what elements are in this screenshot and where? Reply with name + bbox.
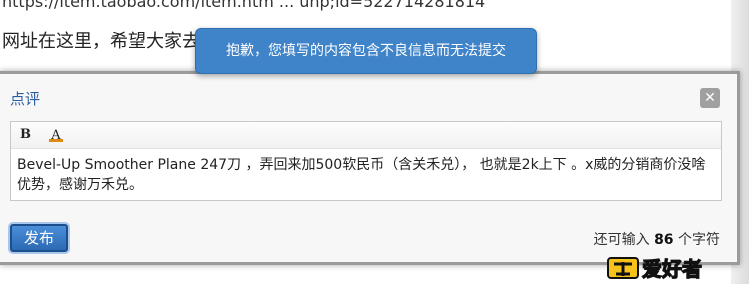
char-counter: 还可输入 86 个字符 <box>594 229 720 249</box>
comment-text[interactable]: Bevel-Up Smoother Plane 247刀 ，弄回来加500软民币… <box>17 155 715 195</box>
comment-dialog: 点评 ✕ B A Bevel-Up Smoother Plane 247刀 ，弄… <box>0 71 740 265</box>
counter-count: 86 <box>654 232 674 248</box>
publish-button[interactable]: 发布 <box>10 224 68 252</box>
site-watermark-logo: 爱好者 <box>607 256 703 282</box>
comment-editor[interactable]: B A Bevel-Up Smoother Plane 247刀 ，弄回来加50… <box>10 121 722 201</box>
background-sentence: 网址在这里，希望大家去 <box>2 31 200 52</box>
bold-button[interactable]: B <box>20 127 31 142</box>
color-swatch <box>49 139 63 142</box>
error-toast: 抱歉，您填写的内容包含不良信息而无法提交 <box>195 28 537 74</box>
counter-prefix: 还可输入 <box>593 232 650 248</box>
counter-suffix: 个字符 <box>678 232 720 248</box>
watermark-text: 爱好者 <box>642 257 702 281</box>
close-button[interactable]: ✕ <box>700 88 720 108</box>
background-url-text: https://item.taobao.com/item.htm ... uhp… <box>2 0 486 11</box>
dialog-title: 点评 <box>10 90 41 108</box>
text-color-button[interactable]: A <box>48 124 64 144</box>
editor-toolbar: B A <box>11 122 721 149</box>
close-icon: ✕ <box>704 90 716 106</box>
